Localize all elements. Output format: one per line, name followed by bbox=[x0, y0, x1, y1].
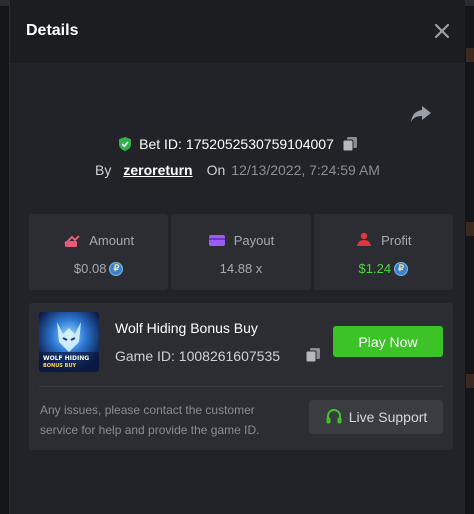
backdrop-edge-mark bbox=[466, 48, 474, 62]
stat-profit: Profit $1.24 ₽ bbox=[313, 214, 453, 290]
bet-id-row: Bet ID: 1752052530759104007 bbox=[10, 134, 465, 154]
wolf-thumbnail-art: WOLF HIDING BONUS BUY bbox=[39, 312, 99, 372]
stat-value: $0.08 bbox=[73, 261, 107, 276]
bet-datetime: 12/13/2022, 7:24:59 AM bbox=[231, 162, 380, 178]
copy-game-id-icon[interactable] bbox=[305, 347, 321, 363]
shield-check-icon bbox=[119, 137, 132, 151]
amount-icon bbox=[64, 235, 80, 247]
coin-icon: ₽ bbox=[394, 261, 409, 276]
stat-label: Payout bbox=[233, 232, 275, 248]
game-name: Wolf Hiding Bonus Buy bbox=[115, 320, 258, 336]
stat-label: Profit bbox=[381, 232, 412, 248]
stat-label: Amount bbox=[89, 232, 135, 248]
game-id-label: Game ID: bbox=[115, 348, 175, 364]
modal-title: Details bbox=[26, 22, 79, 39]
support-help-text: Any issues, please contact the customer … bbox=[40, 403, 260, 437]
headset-icon bbox=[326, 408, 342, 424]
on-label: On bbox=[206, 162, 226, 178]
live-support-label: Live Support bbox=[348, 409, 428, 425]
thumb-title-line1: WOLF HIDING bbox=[43, 355, 89, 362]
stat-payout: Payout 14.88 x bbox=[171, 214, 311, 290]
modal-header: Details bbox=[10, 0, 465, 63]
copy-icon[interactable] bbox=[342, 136, 358, 152]
bet-stats: Amount $0.08 ₽ Payout 14.88 x Profit $1.… bbox=[29, 214, 453, 290]
game-card: WOLF HIDING BONUS BUY Wolf Hiding Bonus … bbox=[29, 303, 453, 450]
divider bbox=[39, 386, 443, 387]
stat-value: $1.24 bbox=[358, 261, 392, 276]
by-label: By bbox=[95, 162, 112, 178]
play-now-button[interactable]: Play Now bbox=[333, 326, 443, 357]
game-id-text: Game ID: 1008261607535 bbox=[115, 348, 280, 364]
bet-meta-row: By zeroreturn On 12/13/2022, 7:24:59 AM bbox=[10, 161, 465, 179]
stat-amount: Amount $0.08 ₽ bbox=[29, 214, 169, 290]
profit-icon bbox=[357, 232, 372, 246]
stat-value: 14.88 x bbox=[219, 261, 263, 276]
game-id-value: 1008261607535 bbox=[178, 348, 281, 364]
bet-id-label: Bet ID: bbox=[139, 136, 182, 152]
details-modal: Details Bet ID: 1752052530759104007 By z… bbox=[9, 0, 465, 514]
backdrop-edge-mark bbox=[466, 374, 474, 388]
live-support-button[interactable]: Live Support bbox=[309, 400, 443, 434]
share-icon[interactable] bbox=[410, 104, 432, 124]
wallet-icon bbox=[208, 235, 225, 246]
close-icon[interactable] bbox=[433, 22, 451, 40]
coin-icon: ₽ bbox=[109, 261, 124, 276]
thumb-title-line2: BONUS BUY bbox=[43, 363, 77, 369]
bet-id-value: 1752052530759104007 bbox=[185, 136, 334, 152]
username-link[interactable]: zeroreturn bbox=[123, 162, 192, 178]
backdrop-edge-mark bbox=[466, 222, 474, 236]
game-thumbnail[interactable]: WOLF HIDING BONUS BUY bbox=[39, 312, 99, 372]
